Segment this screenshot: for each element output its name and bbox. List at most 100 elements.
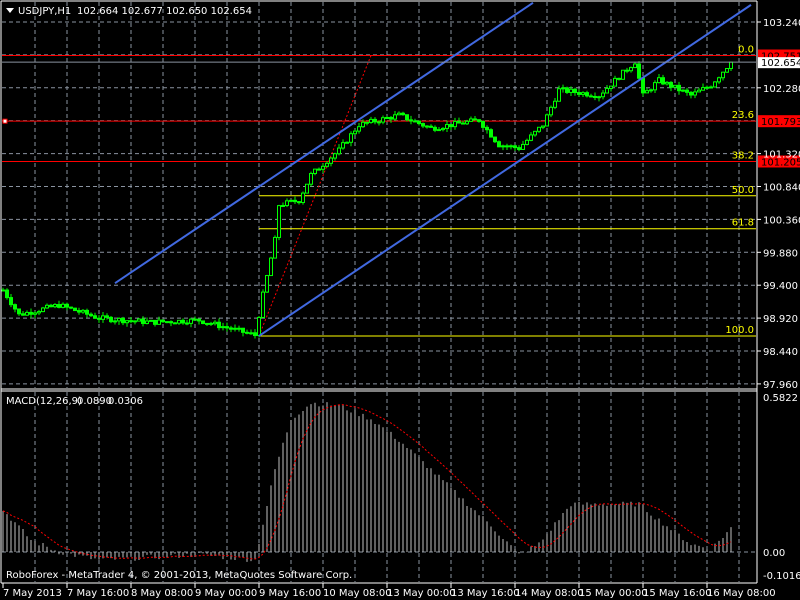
- candle-body: [445, 124, 449, 129]
- candle-body: [413, 120, 417, 123]
- price-label: 99.400: [763, 281, 798, 292]
- candle-body: [705, 86, 709, 89]
- candle: [593, 92, 597, 101]
- price-axis[interactable]: 103.240 102.280 101.320 100.840 100.360 99.88…: [2, 18, 800, 391]
- candle-body: [585, 92, 589, 97]
- candle-body: [9, 297, 13, 306]
- candle-body: [525, 139, 529, 145]
- candle: [117, 317, 121, 325]
- candle: [509, 144, 513, 150]
- candle: [237, 325, 241, 332]
- candle-body: [621, 69, 625, 80]
- time-axis[interactable]: 7 May 2013 7 May 16:00 8 May 08:00 9 May 00…: [2, 583, 776, 599]
- candle: [321, 163, 325, 173]
- price-label: 101.320: [763, 150, 800, 161]
- candle-body: [265, 275, 269, 293]
- candle-body: [485, 126, 489, 131]
- candle: [477, 119, 481, 123]
- channel-trendline[interactable]: [114, 1, 534, 284]
- candle: [109, 316, 113, 324]
- candle-body: [253, 332, 257, 337]
- candle-body: [453, 120, 457, 128]
- candle: [641, 76, 645, 97]
- candle: [625, 67, 629, 74]
- candle: [57, 300, 61, 309]
- candle: [601, 90, 605, 100]
- candle: [81, 309, 85, 314]
- candle-body: [369, 118, 373, 123]
- candle: [493, 136, 497, 144]
- candle-body: [645, 90, 649, 94]
- candle-body: [177, 319, 181, 324]
- candle-body: [73, 307, 77, 312]
- candle-body: [481, 120, 485, 128]
- candle-body: [397, 112, 401, 116]
- candle-body: [213, 321, 217, 325]
- candle: [89, 312, 93, 317]
- candle-body: [161, 319, 165, 323]
- candle-body: [457, 120, 461, 124]
- candle-body: [109, 316, 113, 323]
- candle-body: [217, 321, 221, 329]
- candle-body: [709, 86, 713, 89]
- candle: [597, 95, 601, 102]
- candle-body: [29, 311, 33, 315]
- price-label: 98.920: [763, 314, 798, 325]
- candle-body: [513, 145, 517, 149]
- candle: [305, 183, 309, 194]
- candle-body: [149, 319, 153, 322]
- candle-body: [325, 162, 329, 167]
- candle: [213, 320, 217, 326]
- candle-body: [529, 134, 533, 141]
- candle: [269, 256, 273, 277]
- candle: [309, 171, 313, 187]
- candle: [21, 311, 25, 316]
- candle: [589, 93, 593, 98]
- candle-body: [229, 327, 233, 330]
- candle-body: [97, 317, 101, 320]
- candle-body: [637, 63, 641, 79]
- time-label: 8 May 08:00: [131, 588, 193, 599]
- candle: [497, 140, 501, 148]
- candle: [685, 87, 689, 96]
- macd-min-label: -0.1016: [763, 571, 800, 582]
- candle-body: [373, 118, 377, 123]
- candle-body: [337, 147, 341, 155]
- candle: [317, 167, 321, 171]
- price-label: 100.360: [763, 215, 800, 226]
- time-label: 13 May 16:00: [451, 588, 520, 599]
- dropdown-triangle-icon[interactable]: [6, 8, 14, 13]
- candle: [541, 125, 545, 130]
- candle-body: [197, 318, 201, 322]
- candle-body: [557, 88, 561, 102]
- candle: [613, 75, 617, 87]
- chart-window[interactable]: 0.0102.75123.6101.79338.2101.20550.061.8…: [0, 0, 800, 600]
- fibo-anchor-handle[interactable]: [2, 118, 8, 124]
- candle: [393, 110, 397, 121]
- candle-body: [261, 291, 265, 318]
- candle: [73, 307, 77, 312]
- candle: [357, 122, 361, 134]
- candle: [97, 315, 101, 323]
- candle-body: [133, 320, 137, 323]
- time-label: 7 May 16:00: [67, 588, 129, 599]
- channel-lines[interactable]: [114, 1, 752, 337]
- candle: [149, 319, 153, 322]
- candle-body: [117, 317, 121, 322]
- candle-body: [301, 192, 305, 203]
- candle-body: [493, 136, 497, 143]
- candle: [245, 329, 249, 335]
- candle: [637, 61, 641, 82]
- candle: [609, 85, 613, 92]
- candle-body: [693, 91, 697, 96]
- candle-body: [237, 327, 241, 330]
- candle: [445, 120, 449, 133]
- candle: [689, 91, 693, 99]
- candle-body: [477, 119, 481, 122]
- candle: [709, 85, 713, 89]
- candle: [169, 320, 173, 327]
- candle-body: [381, 117, 385, 123]
- candle: [253, 329, 257, 339]
- candle-body: [329, 157, 333, 164]
- candle: [365, 121, 369, 126]
